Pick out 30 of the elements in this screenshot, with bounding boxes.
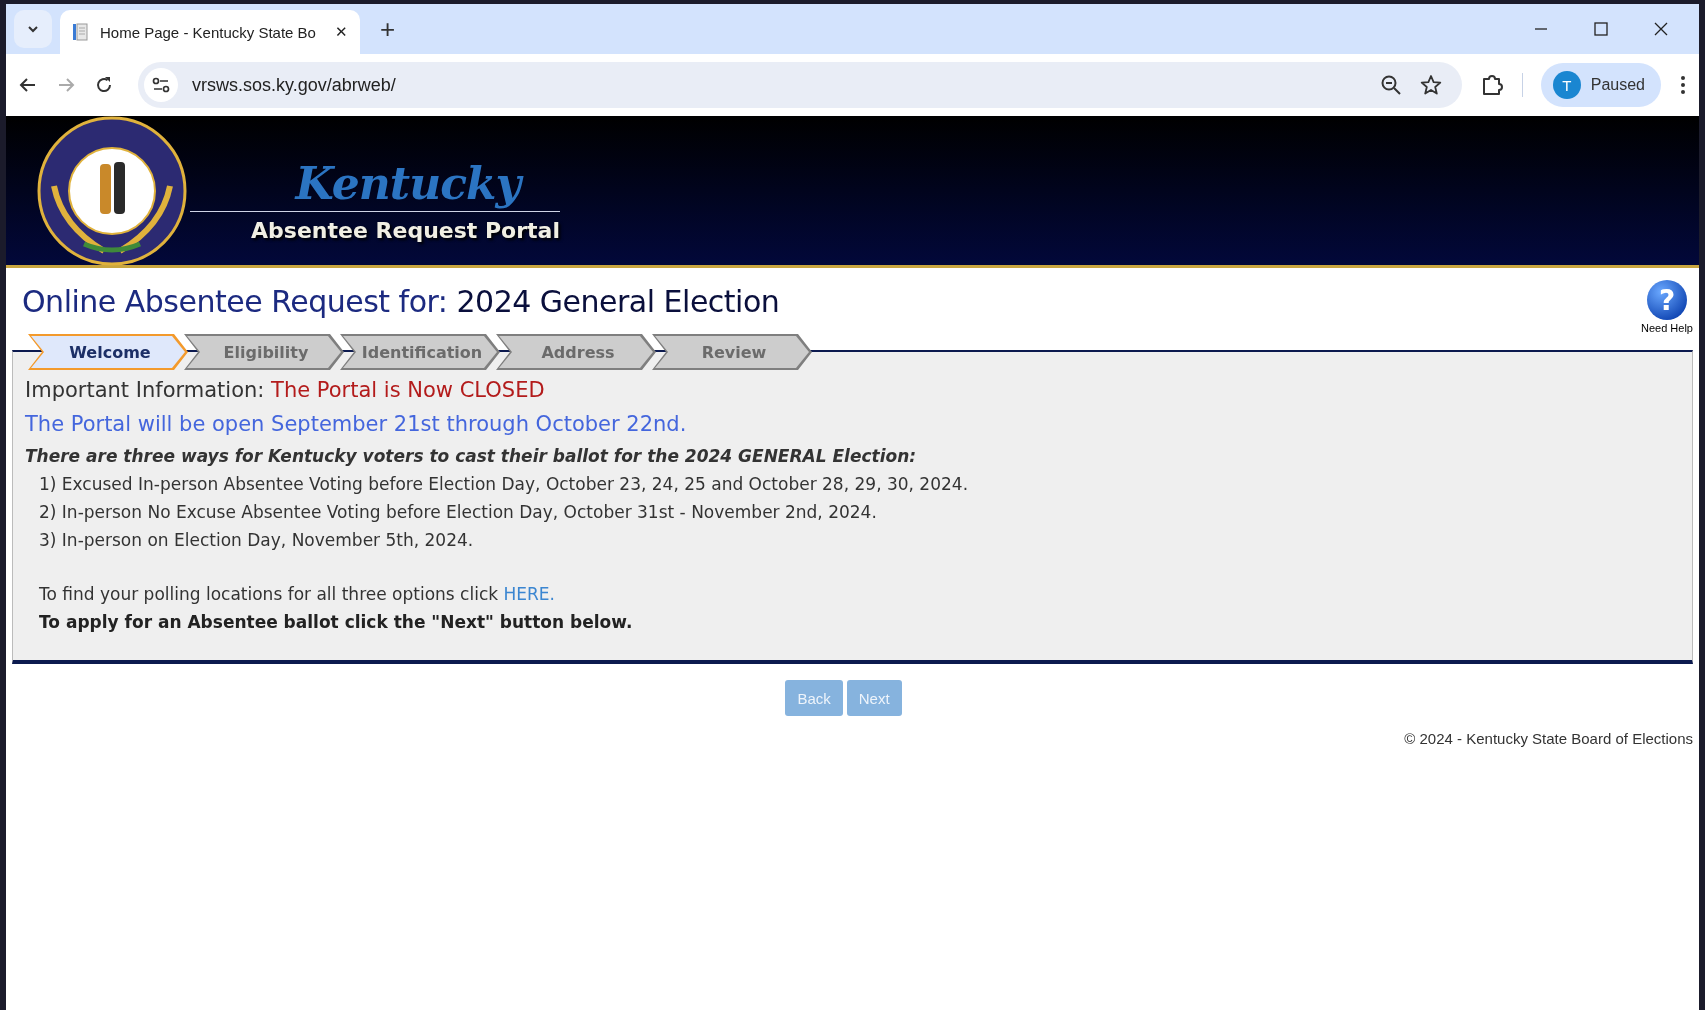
tab-title: Home Page - Kentucky State Bo: [100, 23, 317, 41]
polling-text: To find your polling locations for all three options click: [39, 584, 499, 604]
voting-option: 1) Excused In-person Absentee Voting before Election Day, October 23, 24, 25 and October 28, 29, 30, 2024.: [39, 474, 1678, 494]
url-text: vrsws.sos.ky.gov/abrweb/: [192, 74, 396, 96]
reload-icon[interactable]: [94, 75, 114, 95]
ballot-intro: There are three ways for Kentucky voters to cast their ballot for the 2024 GENERAL Election:: [25, 446, 918, 466]
profile-avatar: T: [1552, 71, 1581, 99]
address-bar[interactable]: vrsws.sos.ky.gov/abrweb/: [138, 62, 1462, 108]
important-information: Important Information: The Portal is Now CLOSED: [25, 378, 546, 402]
page-heading: Online Absentee Request for: 2024 General Election: [22, 284, 780, 319]
portal-schedule: The Portal will be open September 21st through October 22nd.: [25, 412, 688, 436]
menu-icon[interactable]: [1679, 74, 1687, 96]
portal-subtitle: Absentee Request Portal: [251, 218, 560, 243]
site-settings-icon[interactable]: [144, 68, 178, 102]
need-help-link[interactable]: ? Need Help: [1641, 278, 1693, 334]
step-tab[interactable]: Welcome: [28, 334, 188, 370]
voting-option: 3) In-person on Election Day, November 5th, 2024.: [39, 530, 1678, 550]
zoom-out-icon[interactable]: [1379, 74, 1402, 96]
profile-button[interactable]: T Paused: [1540, 63, 1661, 107]
voting-option: 2) In-person No Excuse Absentee Voting before Election Day, October 31st - November 2nd, 2024.: [39, 502, 1678, 522]
close-icon[interactable]: [1653, 21, 1669, 37]
star-icon[interactable]: [1419, 74, 1442, 96]
copyright-footer: © 2024 - Kentucky State Board of Elections: [6, 730, 1699, 747]
close-tab-button[interactable]: ✕: [335, 23, 348, 41]
browser-tab[interactable]: Home Page - Kentucky State Bo ✕: [60, 10, 360, 54]
new-tab-button[interactable]: +: [380, 13, 396, 45]
help-icon: ?: [1645, 278, 1689, 322]
apply-instruction: To apply for an Absentee ballot click the "Next" button below.: [38, 612, 634, 632]
maximize-icon[interactable]: [1593, 21, 1609, 37]
document-icon: [72, 23, 88, 41]
